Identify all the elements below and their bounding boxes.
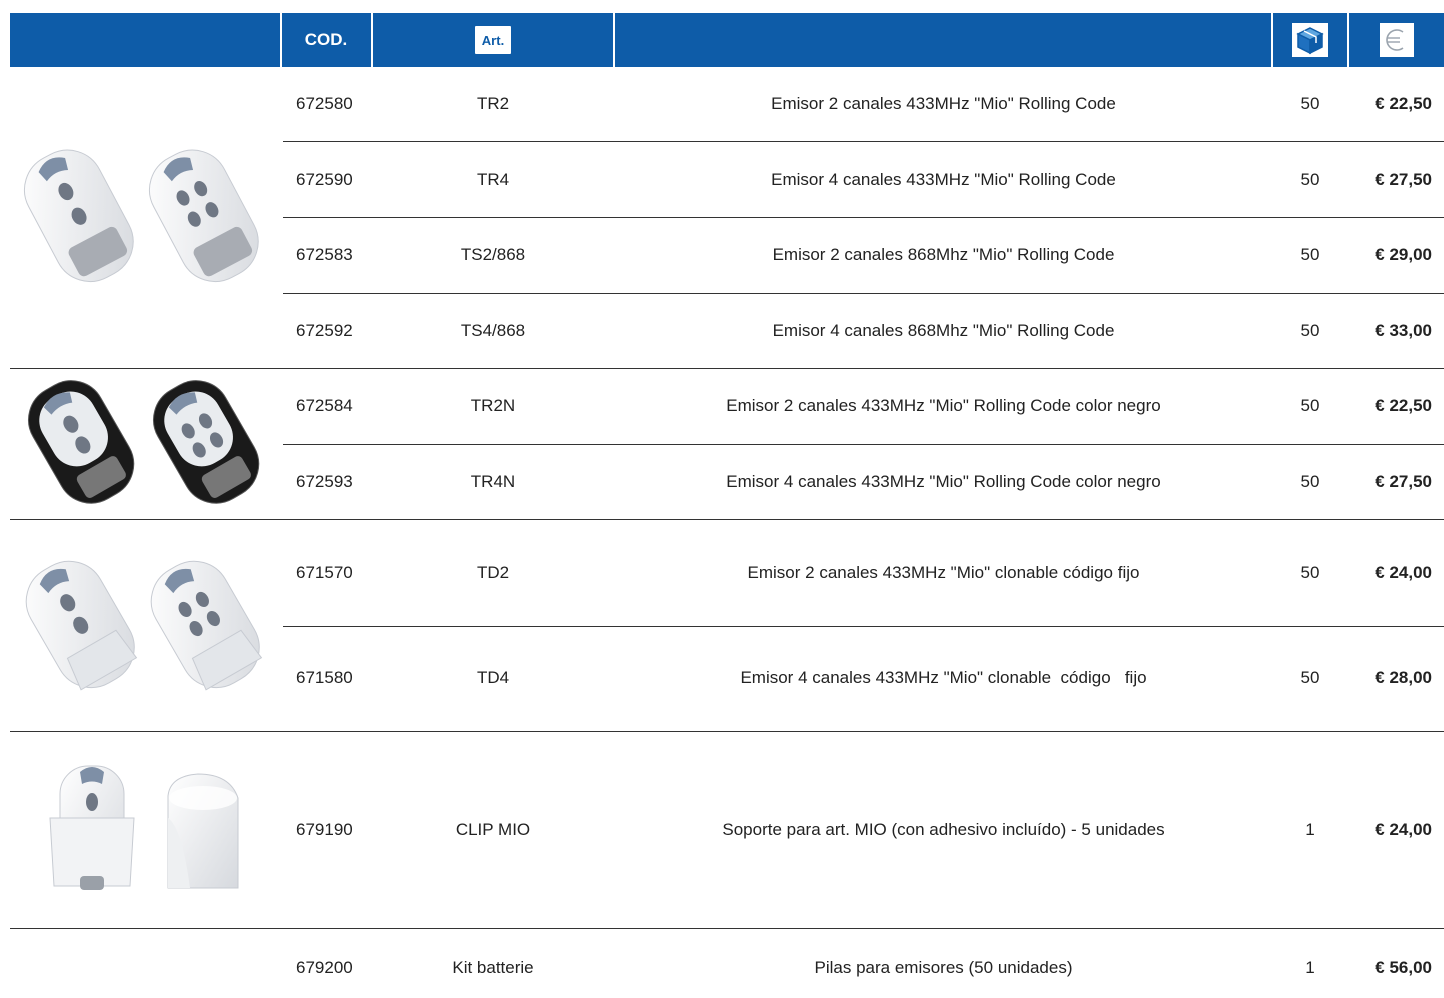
row-article: TR4N — [470, 472, 516, 491]
row-code: 672583 — [296, 245, 353, 264]
row-price: € 56,00 — [1375, 958, 1432, 977]
row-price: € 24,00 — [1375, 563, 1432, 582]
row-divider — [283, 626, 1444, 627]
group-divider — [10, 928, 1444, 929]
row-article: TD2 — [476, 563, 510, 582]
row-price: € 22,50 — [1375, 94, 1432, 113]
header-art: Art. — [373, 13, 613, 67]
row-price: € 28,00 — [1375, 668, 1432, 687]
white-remote-controls-image — [24, 149, 259, 282]
row-price: € 27,50 — [1375, 170, 1432, 189]
row-price: € 24,00 — [1375, 820, 1432, 839]
clonable-remote-controls-image — [25, 560, 263, 691]
group-divider — [10, 519, 1444, 520]
row-quantity: 50 — [1300, 472, 1320, 491]
group-divider — [10, 731, 1444, 732]
row-article: TR2N — [470, 396, 516, 415]
header-cod: COD. — [282, 13, 370, 67]
row-code: 671580 — [296, 668, 353, 687]
row-article: CLIP MIO — [455, 820, 531, 839]
row-article: TR4 — [476, 170, 510, 189]
row-code: 679190 — [296, 820, 353, 839]
art-label: Art. — [475, 26, 511, 54]
row-description: Emisor 4 canales 433MHz "Mio" Rolling Co… — [771, 170, 1116, 189]
row-code: 671570 — [296, 563, 353, 582]
row-description: Pilas para emisores (50 unidades) — [814, 958, 1073, 977]
row-quantity: 50 — [1300, 170, 1320, 189]
row-quantity: 1 — [1305, 820, 1315, 839]
row-code: 679200 — [296, 958, 353, 977]
row-divider — [283, 141, 1444, 142]
row-quantity: 50 — [1300, 245, 1320, 264]
group-divider — [10, 368, 1444, 369]
table-header: COD. Art. — [10, 13, 1444, 67]
euro-icon — [1378, 22, 1416, 58]
row-article: TR2 — [476, 94, 510, 113]
row-quantity: 50 — [1300, 94, 1320, 113]
row-quantity: 1 — [1305, 958, 1315, 977]
row-code: 672592 — [296, 321, 353, 340]
row-article: TS4/868 — [460, 321, 526, 340]
row-price: € 22,50 — [1375, 396, 1432, 415]
row-price: € 27,50 — [1375, 472, 1432, 491]
row-article: TD4 — [476, 668, 510, 687]
row-code: 672584 — [296, 396, 353, 415]
row-description: Emisor 4 canales 433MHz "Mio" Rolling Co… — [726, 472, 1161, 491]
row-article: TS2/868 — [460, 245, 526, 264]
remote-clip-holder-image — [49, 765, 239, 890]
row-quantity: 50 — [1300, 321, 1320, 340]
row-divider — [283, 217, 1444, 218]
row-quantity: 50 — [1300, 668, 1320, 687]
row-description: Emisor 2 canales 433MHz "Mio" Rolling Co… — [726, 396, 1161, 415]
black-remote-controls-image — [28, 380, 260, 504]
row-divider — [283, 444, 1444, 445]
row-description: Emisor 2 canales 868Mhz "Mio" Rolling Co… — [772, 245, 1115, 264]
row-code: 672590 — [296, 170, 353, 189]
row-description: Soporte para art. MIO (con adhesivo incl… — [722, 820, 1165, 839]
header-description — [615, 13, 1271, 67]
row-code: 672593 — [296, 472, 353, 491]
row-description: Emisor 2 canales 433MHz "Mio" clonable c… — [747, 563, 1140, 582]
row-price: € 29,00 — [1375, 245, 1432, 264]
cod-label: COD. — [304, 30, 348, 49]
row-description: Emisor 2 canales 433MHz "Mio" Rolling Co… — [771, 94, 1116, 113]
row-quantity: 50 — [1300, 563, 1320, 582]
header-price — [1349, 13, 1444, 67]
row-description: Emisor 4 canales 868Mhz "Mio" Rolling Co… — [772, 321, 1115, 340]
row-quantity: 50 — [1300, 396, 1320, 415]
row-article: Kit batterie — [452, 958, 534, 977]
row-divider — [283, 293, 1444, 294]
row-code: 672580 — [296, 94, 353, 113]
package-box-icon — [1291, 22, 1329, 58]
header-quantity — [1273, 13, 1347, 67]
row-price: € 33,00 — [1375, 321, 1432, 340]
row-description: Emisor 4 canales 433MHz "Mio" clonable c… — [740, 668, 1147, 687]
